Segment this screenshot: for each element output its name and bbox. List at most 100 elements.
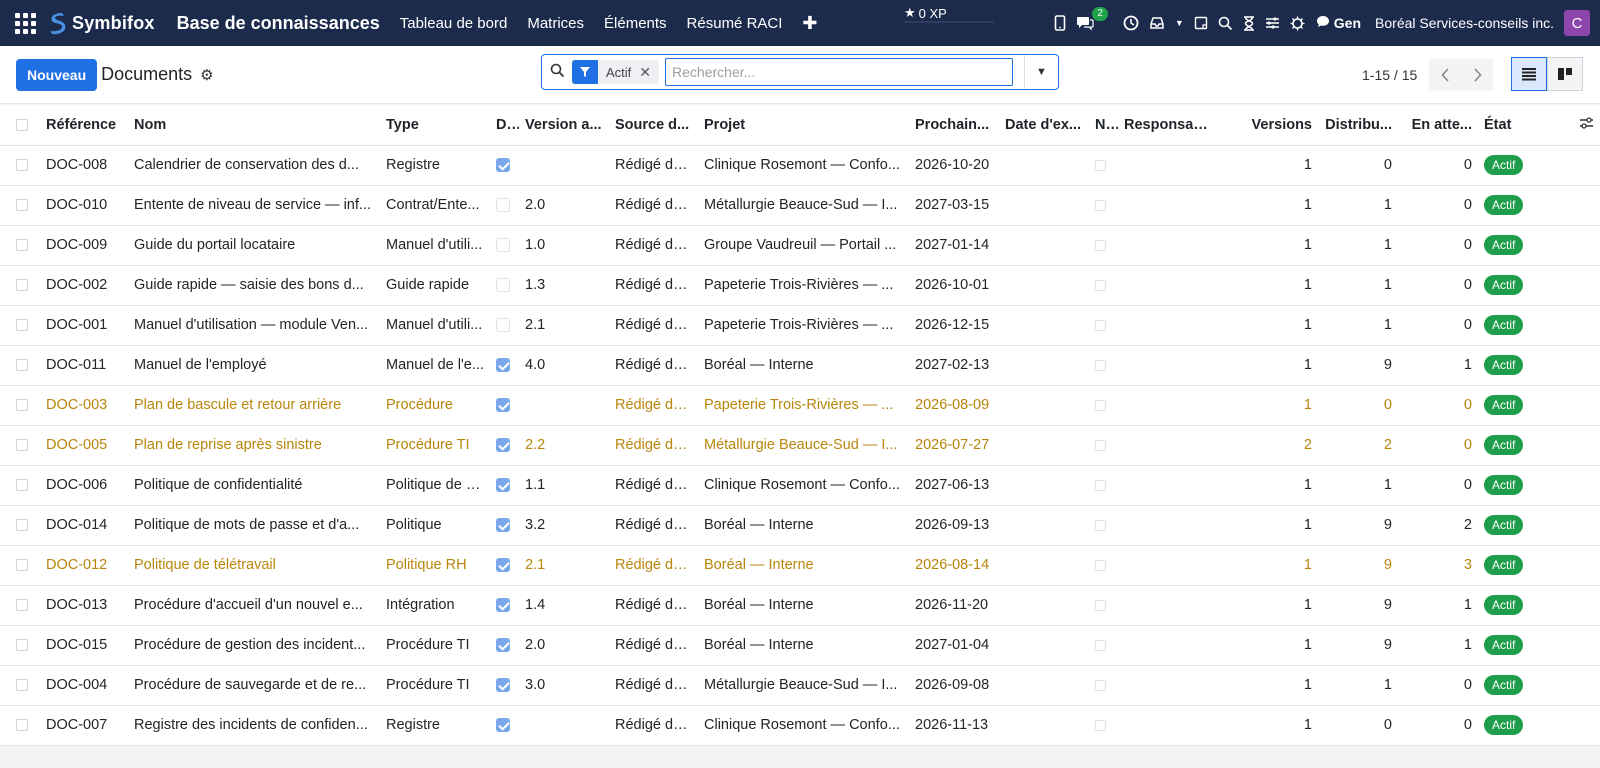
table-row[interactable]: DOC-014 Politique de mots de passe et d'a… <box>0 505 1600 545</box>
row-checkbox[interactable] <box>0 545 40 585</box>
column-header[interactable]: Date d'ex... <box>999 105 1089 146</box>
cell-d-checkbox[interactable] <box>490 545 519 585</box>
column-header[interactable]: Source d... <box>609 105 698 146</box>
row-checkbox[interactable] <box>0 185 40 225</box>
cell-d-checkbox[interactable] <box>490 425 519 465</box>
menu-tableau-de-bord[interactable]: Tableau de bord <box>400 15 508 32</box>
messages-icon[interactable]: 2 <box>1076 7 1108 31</box>
app-title[interactable]: Base de connaissances <box>177 13 380 34</box>
cell-n-checkbox[interactable] <box>1089 505 1118 545</box>
xp-indicator[interactable]: ★ 0 XP <box>904 5 947 21</box>
column-header[interactable]: Versions <box>1218 105 1318 146</box>
menu-matrices[interactable]: Matrices <box>527 15 584 32</box>
column-header[interactable]: Référence <box>40 105 128 146</box>
column-header[interactable]: Projet <box>698 105 909 146</box>
menu-resume-raci[interactable]: Résumé RACI <box>687 15 783 32</box>
column-header[interactable]: D... <box>490 105 519 146</box>
clock-icon[interactable] <box>1123 15 1139 31</box>
row-checkbox[interactable] <box>0 665 40 705</box>
cell-d-checkbox[interactable] <box>490 305 519 345</box>
cell-d-checkbox[interactable] <box>490 465 519 505</box>
column-header[interactable]: N... <box>1089 105 1118 146</box>
cell-n-checkbox[interactable] <box>1089 265 1118 305</box>
cell-n-checkbox[interactable] <box>1089 225 1118 265</box>
row-checkbox[interactable] <box>0 265 40 305</box>
filter-facet[interactable]: Actif ✕ <box>572 60 660 84</box>
row-checkbox[interactable] <box>0 225 40 265</box>
cell-n-checkbox[interactable] <box>1089 425 1118 465</box>
table-row[interactable]: DOC-006 Politique de confidentialité Polit… <box>0 465 1600 505</box>
cell-d-checkbox[interactable] <box>490 225 519 265</box>
cell-n-checkbox[interactable] <box>1089 625 1118 665</box>
new-button[interactable]: Nouveau <box>16 58 98 91</box>
table-row[interactable]: DOC-008 Calendrier de conservation des d.… <box>0 145 1600 185</box>
column-header[interactable]: Prochain... <box>909 105 999 146</box>
cell-d-checkbox[interactable] <box>490 385 519 425</box>
table-row[interactable]: DOC-007 Registre des incidents de confide… <box>0 705 1600 745</box>
cell-d-checkbox[interactable] <box>490 585 519 625</box>
search-input[interactable] <box>665 58 1014 86</box>
row-checkbox[interactable] <box>0 705 40 745</box>
mobile-icon[interactable] <box>1054 15 1066 31</box>
cell-n-checkbox[interactable] <box>1089 705 1118 745</box>
list-view-button[interactable] <box>1511 57 1547 91</box>
note-icon[interactable] <box>1194 16 1208 30</box>
column-header[interactable]: Responsable <box>1118 105 1218 146</box>
cell-d-checkbox[interactable] <box>490 505 519 545</box>
search-options-toggle[interactable]: ▼ <box>1024 55 1058 89</box>
menu-elements[interactable]: Éléments <box>604 15 667 32</box>
table-row[interactable]: DOC-001 Manuel d'utilisation — module Ven… <box>0 305 1600 345</box>
previous-page-button[interactable] <box>1429 59 1462 91</box>
cell-n-checkbox[interactable] <box>1089 345 1118 385</box>
table-row[interactable]: DOC-003 Plan de bascule et retour arrière… <box>0 385 1600 425</box>
select-all-checkbox[interactable] <box>0 105 40 146</box>
sliders-icon[interactable] <box>1265 16 1280 30</box>
cell-n-checkbox[interactable] <box>1089 305 1118 345</box>
cell-n-checkbox[interactable] <box>1089 585 1118 625</box>
search-icon[interactable] <box>542 63 572 82</box>
column-header[interactable]: Distribu... <box>1318 105 1398 146</box>
row-checkbox[interactable] <box>0 385 40 425</box>
cell-d-checkbox[interactable] <box>490 145 519 185</box>
gen-assistant-button[interactable]: Gen <box>1316 15 1361 31</box>
inbox-icon[interactable] <box>1149 16 1165 30</box>
column-header[interactable]: Nom <box>128 105 380 146</box>
company-switcher[interactable]: Boréal Services-conseils inc. <box>1375 15 1554 31</box>
user-avatar[interactable]: C <box>1564 10 1590 36</box>
remove-facet-icon[interactable]: ✕ <box>639 64 659 81</box>
row-checkbox[interactable] <box>0 345 40 385</box>
row-checkbox[interactable] <box>0 425 40 465</box>
gear-icon[interactable]: ⚙ <box>200 66 213 84</box>
table-row[interactable]: DOC-013 Procédure d'accueil d'un nouvel e… <box>0 585 1600 625</box>
cell-n-checkbox[interactable] <box>1089 185 1118 225</box>
add-menu-icon[interactable]: ✚ <box>802 13 817 34</box>
next-page-button[interactable] <box>1461 59 1494 91</box>
row-checkbox[interactable] <box>0 145 40 185</box>
cell-d-checkbox[interactable] <box>490 665 519 705</box>
cell-d-checkbox[interactable] <box>490 625 519 665</box>
hourglass-icon[interactable] <box>1243 15 1255 31</box>
cell-n-checkbox[interactable] <box>1089 665 1118 705</box>
row-checkbox[interactable] <box>0 465 40 505</box>
cell-d-checkbox[interactable] <box>490 705 519 745</box>
cell-d-checkbox[interactable] <box>490 185 519 225</box>
column-header[interactable]: Type <box>380 105 490 146</box>
table-row[interactable]: DOC-010 Entente de niveau de service — in… <box>0 185 1600 225</box>
table-row[interactable]: DOC-009 Guide du portail locataire Manuel … <box>0 225 1600 265</box>
cell-d-checkbox[interactable] <box>490 265 519 305</box>
pager-value[interactable]: 1-15 / 15 <box>1362 67 1417 83</box>
search-icon[interactable] <box>1218 16 1233 31</box>
cell-n-checkbox[interactable] <box>1089 545 1118 585</box>
cell-n-checkbox[interactable] <box>1089 145 1118 185</box>
row-checkbox[interactable] <box>0 585 40 625</box>
column-header[interactable]: Version a... <box>519 105 609 146</box>
kanban-view-button[interactable] <box>1547 57 1583 91</box>
table-row[interactable]: DOC-011 Manuel de l'employé Manuel de l'e.… <box>0 345 1600 385</box>
chevron-down-icon[interactable]: ▼ <box>1175 18 1184 28</box>
cell-d-checkbox[interactable] <box>490 345 519 385</box>
table-row[interactable]: DOC-005 Plan de reprise après sinistre Pro… <box>0 425 1600 465</box>
bug-icon[interactable] <box>1290 16 1305 31</box>
column-header[interactable]: En atte... <box>1398 105 1478 146</box>
row-checkbox[interactable] <box>0 305 40 345</box>
table-row[interactable]: DOC-002 Guide rapide — saisie des bons d.… <box>0 265 1600 305</box>
